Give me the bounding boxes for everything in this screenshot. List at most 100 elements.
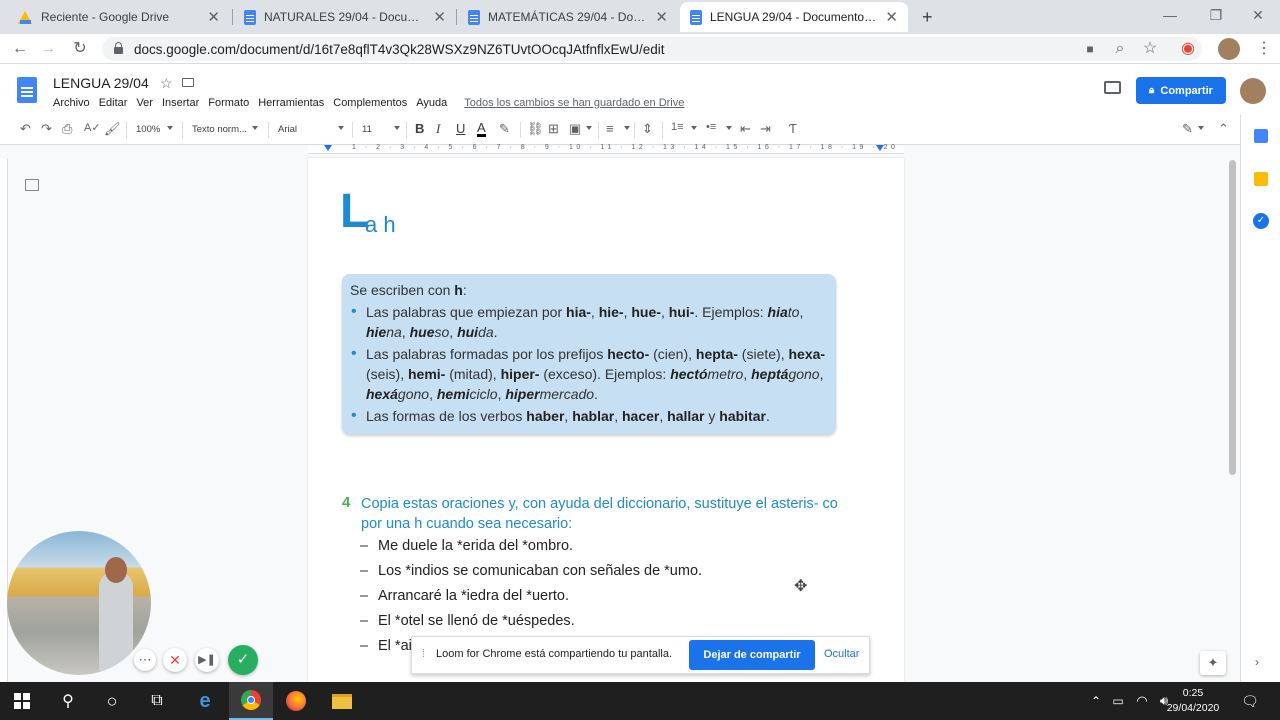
italic-icon[interactable]: I xyxy=(436,121,440,137)
search-icon[interactable]: ⚲ xyxy=(46,682,90,720)
clear-formatting-icon[interactable]: Ƭ xyxy=(789,121,797,136)
minimize-button[interactable]: — xyxy=(1150,4,1190,26)
style-select[interactable]: Texto norm... xyxy=(192,124,247,135)
align-icon[interactable]: ≡ xyxy=(606,121,614,136)
decrease-indent-icon[interactable]: ⇤ xyxy=(740,121,751,137)
pause-recording-button[interactable]: ▶❚ xyxy=(195,648,219,672)
close-tab-icon[interactable]: ✕ xyxy=(207,8,220,26)
task-view-icon[interactable]: ⧉ xyxy=(135,682,179,720)
google-docs-icon xyxy=(244,9,256,25)
document-outline-icon[interactable] xyxy=(25,179,39,191)
close-tab-icon[interactable]: ✕ xyxy=(655,8,668,26)
side-panel: ✓ › xyxy=(1240,115,1280,682)
add-comment-icon[interactable]: ⊞ xyxy=(548,121,559,137)
keep-icon[interactable] xyxy=(1254,172,1268,186)
person-silhouette xyxy=(99,571,133,671)
menu-archivo[interactable]: Archivo xyxy=(53,97,90,109)
tab-naturales[interactable]: NATURALES 29/04 - Documentos de Google ✕ xyxy=(234,2,456,32)
highlight-icon[interactable]: ✎ xyxy=(499,121,510,137)
drag-handle-icon[interactable]: ⁞ xyxy=(422,648,425,660)
sentence: Me duele la *erida del *ombro. xyxy=(378,538,574,554)
numbered-list-icon[interactable]: 1≡ xyxy=(671,121,684,133)
reload-button[interactable]: ↻ xyxy=(70,39,90,59)
collapse-menus-icon[interactable]: ⌃ xyxy=(1218,121,1229,137)
zoom-select[interactable]: 100% xyxy=(136,124,160,135)
edge-icon[interactable]: e xyxy=(183,682,227,720)
font-select[interactable]: Arial xyxy=(278,124,297,135)
document-page[interactable]: L a h Se escriben con h: Las palabras qu… xyxy=(308,158,904,682)
undo-icon[interactable]: ↶ xyxy=(20,121,31,137)
lock-icon xyxy=(114,42,123,54)
horizontal-ruler[interactable]: 1 · 2 · 3 · 4 · 5 · 6 · 7 · 8 · 9 · 10 ·… xyxy=(308,144,904,154)
menu-complementos[interactable]: Complementos xyxy=(333,97,407,109)
profile-avatar[interactable] xyxy=(1218,38,1240,60)
tasks-icon[interactable]: ✓ xyxy=(1253,213,1269,229)
webcam-bubble[interactable] xyxy=(7,531,151,675)
close-tab-icon[interactable]: ✕ xyxy=(433,8,446,26)
editing-mode-icon[interactable]: ✎ xyxy=(1182,121,1193,137)
cancel-recording-button[interactable]: ✕ xyxy=(163,648,187,672)
tab-lengua[interactable]: LENGUA 29/04 - Documentos de Google ✕ xyxy=(680,2,908,32)
comments-icon[interactable] xyxy=(1104,81,1121,94)
tab-matematicas[interactable]: MATEMÁTICAS 29/04 - Documentos de Google… xyxy=(458,2,678,32)
url-input[interactable]: docs.google.com/document/d/16t7e8qflT4v3… xyxy=(102,37,1202,61)
zoom-icon[interactable]: ⌕ xyxy=(1110,39,1130,59)
menu-editar[interactable]: Editar xyxy=(99,97,128,109)
paint-format-icon[interactable]: 🖌︎ xyxy=(104,121,121,137)
share-button[interactable]: 🔒︎ Compartir xyxy=(1136,77,1226,104)
show-panel-icon[interactable]: › xyxy=(1255,655,1259,669)
move-folder-icon[interactable] xyxy=(182,78,194,87)
hide-button[interactable]: Ocultar xyxy=(824,648,859,660)
stop-sharing-button[interactable]: Dejar de compartir xyxy=(689,640,815,670)
right-indent-marker[interactable] xyxy=(876,145,884,151)
insert-image-icon[interactable]: ▣ xyxy=(569,121,581,137)
star-icon[interactable]: ☆ xyxy=(160,75,173,92)
menu-icon[interactable]: ⋮ xyxy=(1254,39,1274,59)
link-icon[interactable]: ⛓︎ xyxy=(527,121,544,137)
close-tab-icon[interactable]: ✕ xyxy=(885,8,898,26)
camera-icon[interactable]: ■ xyxy=(1080,39,1100,59)
menu-herramientas[interactable]: Herramientas xyxy=(258,97,324,109)
forward-button[interactable]: → xyxy=(38,39,58,59)
bulleted-list-icon[interactable]: •≡ xyxy=(706,121,716,133)
line-spacing-icon[interactable]: ⇕ xyxy=(642,121,653,137)
file-explorer-icon[interactable] xyxy=(320,682,364,720)
cortana-icon[interactable]: ○ xyxy=(90,682,134,720)
address-bar-row: ← → ↻ docs.google.com/document/d/16t7e8q… xyxy=(0,34,1280,64)
save-status[interactable]: Todos los cambios se han guardado en Dri… xyxy=(464,97,684,109)
font-size-select[interactable]: 11 xyxy=(362,124,372,135)
menu-ayuda[interactable]: Ayuda xyxy=(416,97,447,109)
finish-recording-button[interactable]: ✓ xyxy=(228,645,258,675)
print-icon[interactable]: ⎙ xyxy=(62,121,72,137)
text-color-icon[interactable]: A xyxy=(477,121,486,137)
chrome-icon[interactable] xyxy=(229,682,273,720)
increase-indent-icon[interactable]: ⇥ xyxy=(760,121,771,137)
bookmark-star-icon[interactable]: ☆ xyxy=(1140,39,1160,59)
explore-icon[interactable]: ✦ xyxy=(1200,651,1226,675)
tab-google-drive[interactable]: Reciente - Google Drive ✕ xyxy=(8,2,230,32)
maximize-button[interactable]: ❐ xyxy=(1196,4,1236,26)
close-window-button[interactable]: ✕ xyxy=(1238,4,1278,26)
spellcheck-icon[interactable]: A✓ xyxy=(84,121,101,134)
redo-icon[interactable]: ↷ xyxy=(41,121,52,137)
back-button[interactable]: ← xyxy=(10,39,30,59)
scrollbar[interactable] xyxy=(1229,160,1236,475)
underline-icon[interactable]: U xyxy=(456,121,465,136)
windows-start-icon[interactable] xyxy=(0,682,44,720)
notifications-icon[interactable]: 🗨︎ xyxy=(1228,682,1272,720)
account-avatar[interactable] xyxy=(1240,78,1266,104)
new-tab-button[interactable]: + xyxy=(912,2,943,32)
menu-ver[interactable]: Ver xyxy=(136,97,153,109)
loom-extension-icon[interactable]: ◉ xyxy=(1178,39,1198,59)
more-options-button[interactable]: ⋯ xyxy=(134,649,156,671)
document-title[interactable]: LENGUA 29/04 xyxy=(53,75,149,91)
menu-formato[interactable]: Formato xyxy=(208,97,249,109)
calendar-icon[interactable] xyxy=(1254,129,1268,143)
system-clock[interactable]: 0:25 29/04/2020 xyxy=(1163,686,1223,716)
left-indent-marker[interactable] xyxy=(324,145,332,151)
exercise-number: 4 xyxy=(342,494,351,511)
firefox-icon[interactable] xyxy=(274,682,318,720)
docs-logo-icon[interactable] xyxy=(17,77,37,103)
menu-insertar[interactable]: Insertar xyxy=(162,97,199,109)
bold-icon[interactable]: B xyxy=(415,121,424,136)
